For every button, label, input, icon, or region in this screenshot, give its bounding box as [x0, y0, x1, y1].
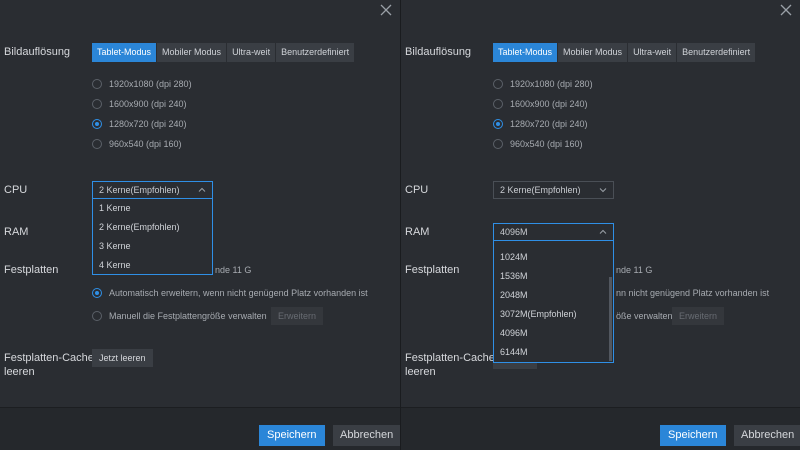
clear-cache-button[interactable]: [493, 363, 537, 369]
resolution-option-1920[interactable]: 1920x1080 (dpi 280): [92, 77, 192, 91]
resolution-option-960[interactable]: 960x540 (dpi 160): [493, 137, 583, 151]
close-icon[interactable]: [378, 2, 394, 18]
resolution-option-1600[interactable]: 1600x900 (dpi 240): [92, 97, 187, 111]
dropdown-scroll-clip: [494, 241, 613, 248]
save-button[interactable]: Speichern: [660, 425, 726, 446]
close-icon[interactable]: [778, 2, 794, 18]
cpu-select-value: 2 Kerne(Empfohlen): [500, 185, 581, 195]
ram-label: RAM: [4, 226, 29, 238]
resolution-option-label: 1920x1080 (dpi 280): [510, 79, 593, 89]
cpu-label: CPU: [4, 184, 28, 196]
tab-ultra-wide[interactable]: Ultra-weit: [628, 43, 677, 62]
resolution-option-label: 1600x900 (dpi 240): [510, 99, 588, 109]
manual-size-label: öße verwalten: [616, 311, 673, 321]
radio-button[interactable]: [493, 139, 503, 149]
radio-button[interactable]: [493, 99, 503, 109]
cpu-select[interactable]: 2 Kerne(Empfohlen): [493, 181, 614, 199]
resolution-option-1280[interactable]: 1280x720 (dpi 240): [92, 117, 187, 131]
ram-select-value: 4096M: [500, 227, 528, 237]
auto-expand-label: nn nicht genügend Platz vorhanden ist: [616, 288, 770, 298]
chevron-up-icon: [599, 229, 607, 234]
settings-panel-cpu-open: Bildauflösung Tablet-Modus Mobiler Modus…: [0, 0, 400, 450]
save-button[interactable]: Speichern: [259, 425, 325, 446]
resolution-label: Bildauflösung: [4, 46, 71, 58]
radio-button[interactable]: [92, 79, 102, 89]
ram-select[interactable]: 4096M: [493, 223, 614, 241]
dropdown-scrollbar[interactable]: [609, 277, 612, 361]
cpu-select[interactable]: 2 Kerne(Empfohlen): [92, 181, 213, 199]
manual-size-option[interactable]: Manuell die Festplattengröße verwalten: [92, 309, 267, 323]
chevron-up-icon: [198, 187, 206, 192]
resolution-option-1280[interactable]: 1280x720 (dpi 240): [493, 117, 588, 131]
cache-label-line1: Festplatten-Cache: [405, 352, 495, 364]
settings-panel-ram-open: Bildauflösung Tablet-Modus Mobiler Modus…: [400, 0, 800, 450]
ram-dropdown-menu: 1024M 1536M 2048M 3072M(Empfohlen) 4096M…: [493, 241, 614, 363]
cache-label-line2: leeren: [405, 366, 436, 378]
expand-button[interactable]: Erweitern: [672, 307, 725, 325]
resolution-option-label: 1280x720 (dpi 240): [510, 119, 588, 129]
resolution-option-1600[interactable]: 1600x900 (dpi 240): [493, 97, 588, 111]
free-space-text: nde 11 G: [215, 265, 252, 275]
radio-button-checked[interactable]: [493, 119, 503, 129]
clear-cache-button[interactable]: Jetzt leeren: [92, 349, 153, 367]
resolution-mode-tabs: Tablet-Modus Mobiler Modus Ultra-weit Be…: [92, 43, 355, 62]
radio-button[interactable]: [92, 99, 102, 109]
radio-button-checked[interactable]: [92, 288, 102, 298]
ram-label: RAM: [405, 226, 430, 238]
resolution-mode-tabs: Tablet-Modus Mobiler Modus Ultra-weit Be…: [493, 43, 756, 62]
manual-size-label: Manuell die Festplattengröße verwalten: [109, 311, 267, 321]
resolution-option-label: 1600x900 (dpi 240): [109, 99, 187, 109]
radio-button[interactable]: [92, 139, 102, 149]
tab-custom[interactable]: Benutzerdefiniert: [677, 43, 756, 62]
tab-tablet-mode[interactable]: Tablet-Modus: [493, 43, 558, 62]
cpu-select-value: 2 Kerne(Empfohlen): [99, 185, 180, 195]
tab-ultra-wide[interactable]: Ultra-weit: [227, 43, 276, 62]
ram-option[interactable]: 2048M: [494, 286, 613, 305]
resolution-label: Bildauflösung: [405, 46, 472, 58]
ram-option[interactable]: 1024M: [494, 248, 613, 267]
expand-button[interactable]: Erweitern: [271, 307, 324, 325]
cache-label-line1: Festplatten-Cache: [4, 352, 94, 364]
ram-option[interactable]: 4096M: [494, 324, 613, 343]
radio-button-checked[interactable]: [92, 119, 102, 129]
tab-mobile-mode[interactable]: Mobiler Modus: [157, 43, 227, 62]
tab-custom[interactable]: Benutzerdefiniert: [276, 43, 355, 62]
resolution-option-label: 1280x720 (dpi 240): [109, 119, 187, 129]
radio-button[interactable]: [493, 79, 503, 89]
resolution-option-1920[interactable]: 1920x1080 (dpi 280): [493, 77, 593, 91]
cpu-option[interactable]: 1 Kerne: [93, 199, 212, 218]
auto-expand-label: Automatisch erweitern, wenn nicht genüge…: [109, 288, 368, 298]
resolution-option-label: 960x540 (dpi 160): [109, 139, 182, 149]
cpu-option[interactable]: 2 Kerne(Empfohlen): [93, 218, 212, 237]
cancel-button[interactable]: Abbrechen: [333, 425, 400, 446]
cpu-option[interactable]: 4 Kerne: [93, 256, 212, 275]
auto-expand-option[interactable]: Automatisch erweitern, wenn nicht genüge…: [92, 286, 368, 300]
free-space-text: nde 11 G: [616, 265, 653, 275]
cpu-dropdown-menu: 1 Kerne 2 Kerne(Empfohlen) 3 Kerne 4 Ker…: [92, 199, 213, 275]
resolution-option-960[interactable]: 960x540 (dpi 160): [92, 137, 182, 151]
disks-label: Festplatten: [405, 264, 460, 276]
cache-label-line2: leeren: [4, 366, 35, 378]
tab-mobile-mode[interactable]: Mobiler Modus: [558, 43, 628, 62]
resolution-option-label: 960x540 (dpi 160): [510, 139, 583, 149]
chevron-down-icon: [599, 188, 607, 193]
resolution-option-label: 1920x1080 (dpi 280): [109, 79, 192, 89]
cpu-option[interactable]: 3 Kerne: [93, 237, 212, 256]
ram-option[interactable]: 6144M: [494, 343, 613, 362]
tab-tablet-mode[interactable]: Tablet-Modus: [92, 43, 157, 62]
ram-option[interactable]: 3072M(Empfohlen): [494, 305, 613, 324]
ram-option[interactable]: 1536M: [494, 267, 613, 286]
disks-label: Festplatten: [4, 264, 59, 276]
cancel-button[interactable]: Abbrechen: [734, 425, 800, 446]
radio-button[interactable]: [92, 311, 102, 321]
cpu-label: CPU: [405, 184, 429, 196]
